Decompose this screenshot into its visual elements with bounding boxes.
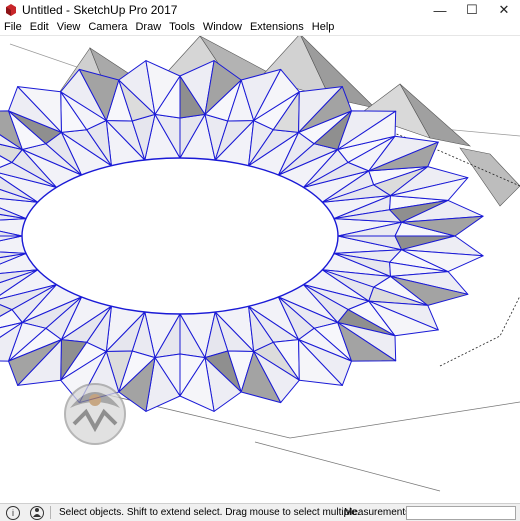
watermark-logo xyxy=(64,383,126,445)
menu-extensions[interactable]: Extensions xyxy=(246,20,308,34)
menu-file[interactable]: File xyxy=(0,20,26,34)
ring-opening xyxy=(21,157,339,315)
menu-draw[interactable]: Draw xyxy=(131,20,165,34)
window-title: Untitled - SketchUp Pro 2017 xyxy=(22,3,178,17)
model-viewport[interactable] xyxy=(0,35,520,504)
status-bar: i Select objects. Shift to extend select… xyxy=(0,503,520,521)
status-message: Select objects. Shift to extend select. … xyxy=(59,507,360,518)
info-icon[interactable]: i xyxy=(6,505,20,520)
menu-window[interactable]: Window xyxy=(199,20,246,34)
menu-camera[interactable]: Camera xyxy=(84,20,131,34)
menu-bar: File Edit View Camera Draw Tools Window … xyxy=(0,20,520,34)
title-bar: Untitled - SketchUp Pro 2017 — ☐ ✕ xyxy=(0,0,520,20)
measurements-label: Measurements xyxy=(344,507,411,518)
menu-view[interactable]: View xyxy=(53,20,85,34)
status-separator xyxy=(50,506,51,519)
menu-help[interactable]: Help xyxy=(308,20,339,34)
dotted-guide xyxy=(439,295,520,367)
pyramid-peak xyxy=(459,147,520,207)
ground-guide-line xyxy=(254,441,441,492)
maximize-button[interactable]: ☐ xyxy=(456,0,488,20)
person-icon[interactable] xyxy=(30,505,44,520)
menu-tools[interactable]: Tools xyxy=(165,20,199,34)
close-button[interactable]: ✕ xyxy=(488,0,520,20)
minimize-button[interactable]: — xyxy=(424,0,456,20)
sketchup-app-icon xyxy=(6,4,16,16)
measurements-field[interactable] xyxy=(406,506,516,520)
model-canvas[interactable] xyxy=(0,36,520,504)
menu-edit[interactable]: Edit xyxy=(26,20,53,34)
